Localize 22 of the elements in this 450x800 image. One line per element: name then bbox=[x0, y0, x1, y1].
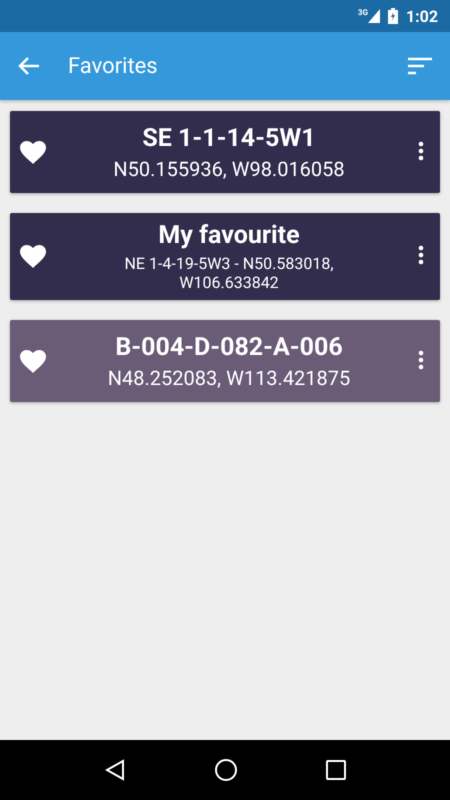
clock-time: 1:02 bbox=[406, 6, 438, 26]
network-label: 3G bbox=[358, 9, 368, 17]
heart-icon[interactable] bbox=[20, 140, 46, 164]
favorite-title: SE 1-1-14-5W1 bbox=[142, 124, 316, 152]
favorite-location: N48.252083, W113.421875 bbox=[108, 366, 350, 390]
favorite-card[interactable]: My favourite NE 1-4-19-5W3 - N50.583018, W106.633842 bbox=[10, 213, 440, 300]
back-icon[interactable] bbox=[104, 759, 126, 781]
home-icon[interactable] bbox=[214, 758, 238, 782]
favorite-title: My favourite bbox=[158, 221, 300, 250]
back-arrow-icon[interactable] bbox=[18, 56, 40, 76]
battery-icon bbox=[388, 8, 398, 24]
favorite-card[interactable]: B-004-D-082-A-006 N48.252083, W113.421875 bbox=[10, 320, 440, 402]
favorite-title: B-004-D-082-A-006 bbox=[115, 332, 343, 362]
favorite-location: NE 1-4-19-5W3 - N50.583018, W106.633842 bbox=[124, 254, 334, 292]
favorite-card[interactable]: SE 1-1-14-5W1 N50.155936, W98.016058 bbox=[10, 111, 440, 193]
heart-icon[interactable] bbox=[20, 245, 46, 268]
favorite-location: N50.155936, W98.016058 bbox=[113, 156, 345, 180]
recents-icon[interactable] bbox=[326, 760, 346, 780]
signal-icon bbox=[368, 9, 380, 23]
heart-icon[interactable] bbox=[20, 350, 46, 372]
sort-icon[interactable] bbox=[408, 57, 432, 75]
screen-title: Favorites bbox=[68, 54, 159, 78]
